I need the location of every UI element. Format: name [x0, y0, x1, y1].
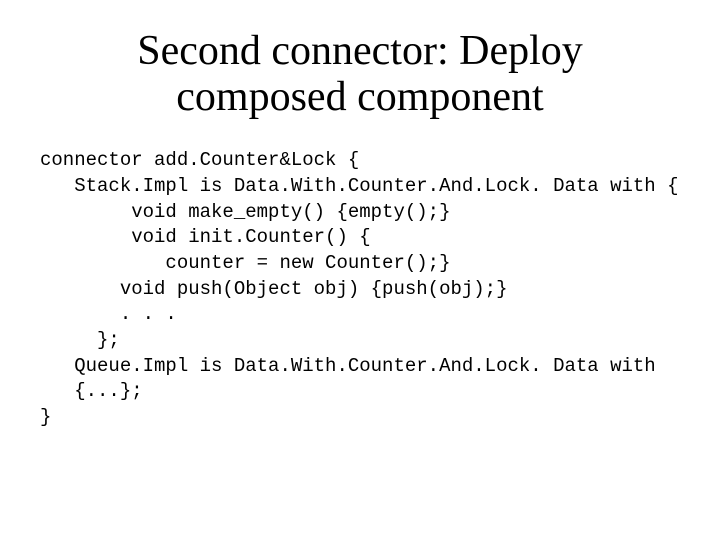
code-line: connector add.Counter&Lock { [40, 149, 359, 171]
code-line: counter = new Counter();} [40, 252, 450, 274]
code-line: void make_empty() {empty();} [40, 201, 450, 223]
code-block: connector add.Counter&Lock { Stack.Impl … [40, 148, 680, 430]
slide-title: Second connector: Deploy composed compon… [40, 28, 680, 120]
title-line-2: composed component [176, 74, 543, 120]
code-line: . . . [40, 303, 177, 325]
code-line: void init.Counter() { [40, 226, 371, 248]
title-line-1: Second connector: Deploy [137, 28, 583, 74]
code-line: {...}; [40, 380, 143, 402]
code-line: void push(Object obj) {push(obj);} [40, 278, 507, 300]
slide: Second connector: Deploy composed compon… [0, 0, 720, 540]
code-line: Queue.Impl is Data.With.Counter.And.Lock… [40, 355, 656, 377]
code-line: }; [40, 329, 120, 351]
code-line: } [40, 406, 51, 428]
code-line: Stack.Impl is Data.With.Counter.And.Lock… [40, 175, 679, 197]
